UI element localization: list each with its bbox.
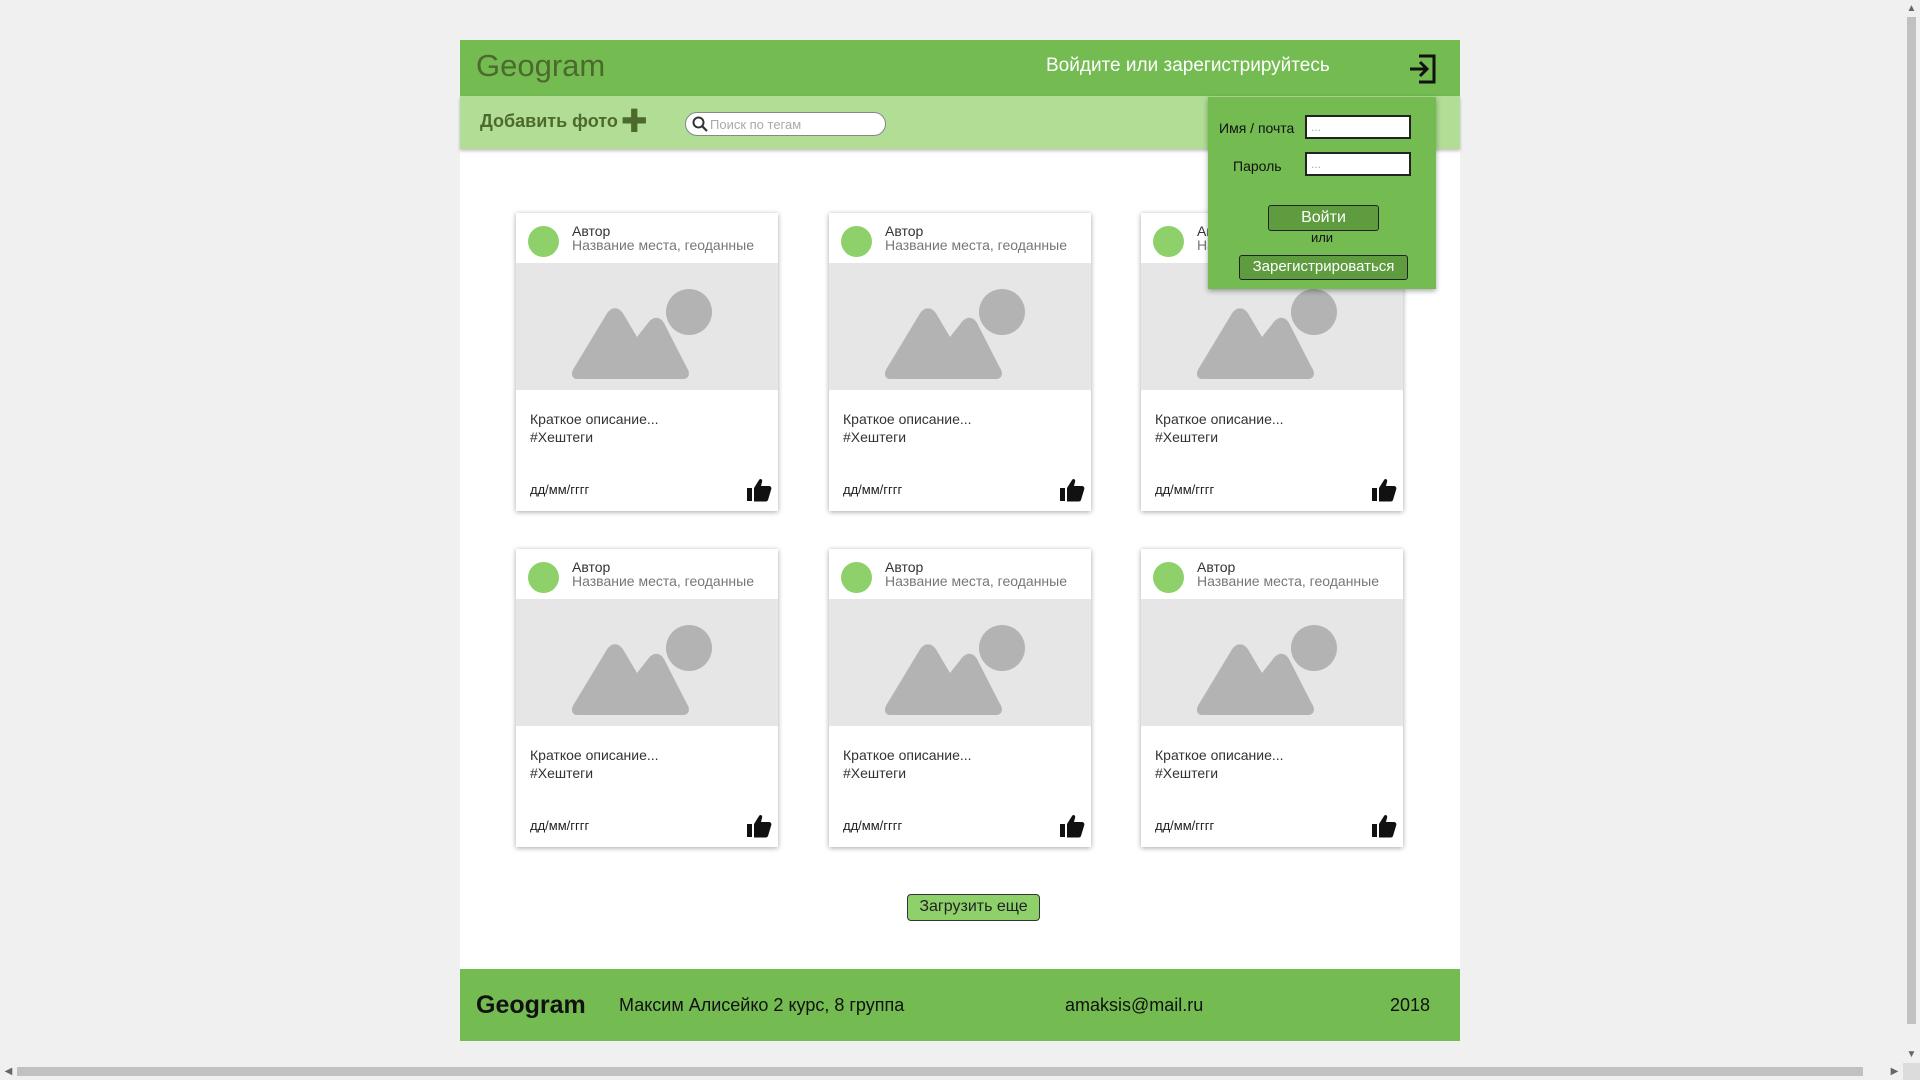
scroll-up-icon[interactable]: ▲ [1903, 0, 1920, 17]
card-tags[interactable]: #Хештеги [843, 765, 906, 781]
avatar[interactable] [841, 562, 872, 593]
login-button[interactable]: Войти [1268, 205, 1379, 231]
card-date: дд/мм/гггг [530, 482, 590, 497]
vertical-scrollbar[interactable]: ▲ ▼ [1903, 0, 1920, 1063]
scroll-down-icon[interactable]: ▼ [1903, 1046, 1920, 1063]
card-description: Краткое описание... [530, 411, 659, 427]
avatar[interactable] [841, 226, 872, 257]
thumbs-up-icon[interactable] [746, 813, 772, 839]
thumbs-up-icon[interactable] [1059, 813, 1085, 839]
password-field[interactable] [1305, 152, 1411, 176]
password-label: Пароль [1233, 158, 1282, 174]
avatar[interactable] [528, 562, 559, 593]
thumbs-up-icon[interactable] [746, 477, 772, 503]
card-description: Краткое описание... [843, 747, 972, 763]
load-more-button[interactable]: Загрузить еще [907, 894, 1040, 921]
footer-year: 2018 [1390, 995, 1431, 1015]
card-date: дд/мм/гггг [843, 818, 903, 833]
footer-logo: Geogram [476, 991, 586, 1019]
login-prompt[interactable]: Войдите или зарегистрируйтесь [1046, 55, 1330, 77]
search-input[interactable] [710, 115, 880, 133]
card-tags[interactable]: #Хештеги [1155, 765, 1218, 781]
avatar[interactable] [528, 226, 559, 257]
register-button[interactable]: Зарегистрироваться [1239, 255, 1408, 280]
photo-card[interactable]: АвторНазвание места, геоданныеКраткое оп… [516, 549, 778, 847]
card-place: Название места, геоданные [572, 237, 755, 253]
card-description: Краткое описание... [1155, 411, 1284, 427]
footer: Geogram Максим Алисейко 2 курс, 8 группа… [460, 969, 1460, 1041]
photo-placeholder[interactable] [829, 263, 1091, 390]
photo-placeholder[interactable] [1141, 599, 1403, 726]
site-logo[interactable]: Geogram [476, 48, 605, 84]
search-icon [692, 116, 708, 132]
add-photo-label: Добавить фото [480, 110, 618, 131]
card-tags[interactable]: #Хештеги [843, 429, 906, 445]
horizontal-scrollbar[interactable]: ◀ ▶ [0, 1063, 1903, 1080]
image-placeholder-icon [885, 289, 1025, 379]
scroll-right-icon[interactable]: ▶ [1886, 1063, 1903, 1080]
vertical-scroll-thumb[interactable] [1907, 17, 1916, 1024]
card-place: Название места, геоданные [885, 573, 1068, 589]
card-place: Название места, геоданные [885, 237, 1068, 253]
photo-card[interactable]: АвторНазвание места, геоданныеКраткое оп… [516, 213, 778, 511]
card-tags[interactable]: #Хештеги [530, 429, 593, 445]
card-description: Краткое описание... [843, 411, 972, 427]
card-place: Название места, геоданные [1197, 573, 1380, 589]
login-popup: Имя / почта Пароль Войти или Зарегистрир… [1208, 97, 1436, 289]
footer-email[interactable]: amaksis@mail.ru [1065, 995, 1203, 1016]
image-placeholder-icon [885, 625, 1025, 715]
thumbs-up-icon[interactable] [1371, 477, 1397, 503]
username-label: Имя / почта [1219, 120, 1295, 136]
thumbs-up-icon[interactable] [1371, 813, 1397, 839]
card-date: дд/мм/гггг [843, 482, 903, 497]
avatar[interactable] [1153, 226, 1184, 257]
card-date: дд/мм/гггг [530, 818, 590, 833]
thumbs-up-icon[interactable] [1059, 477, 1085, 503]
photo-placeholder[interactable] [516, 263, 778, 390]
horizontal-scroll-thumb[interactable] [17, 1067, 1863, 1076]
username-field[interactable] [1305, 115, 1411, 139]
image-placeholder-icon [572, 625, 712, 715]
or-text: или [1310, 230, 1334, 245]
sign-in-icon[interactable] [1408, 53, 1438, 85]
header-bar: Geogram Войдите или зарегистрируйтесь [460, 40, 1460, 96]
image-placeholder-icon [572, 289, 712, 379]
photo-card[interactable]: АвторНазвание места, геоданныеКраткое оп… [1141, 549, 1403, 847]
card-date: дд/мм/гггг [1155, 482, 1215, 497]
card-tags[interactable]: #Хештеги [530, 765, 593, 781]
photo-card[interactable]: АвторНазвание места, геоданныеКраткое оп… [829, 549, 1091, 847]
plus-icon: ✚ [620, 103, 648, 139]
photo-placeholder[interactable] [829, 599, 1091, 726]
card-tags[interactable]: #Хештеги [1155, 429, 1218, 445]
image-placeholder-icon [1197, 625, 1337, 715]
add-photo-button[interactable]: Добавить фото ✚ [480, 103, 648, 139]
scrollbar-corner [1903, 1063, 1920, 1080]
card-description: Краткое описание... [530, 747, 659, 763]
image-placeholder-icon [1197, 289, 1337, 379]
card-date: дд/мм/гггг [1155, 818, 1215, 833]
avatar[interactable] [1153, 562, 1184, 593]
scroll-left-icon[interactable]: ◀ [0, 1063, 17, 1080]
page-frame: Geogram Войдите или зарегистрируйтесь До… [460, 40, 1460, 1041]
card-description: Краткое описание... [1155, 747, 1284, 763]
card-place: Название места, геоданные [572, 573, 755, 589]
footer-author: Максим Алисейко 2 курс, 8 группа [619, 995, 905, 1015]
photo-placeholder[interactable] [516, 599, 778, 726]
search-box[interactable] [685, 112, 886, 136]
photo-card[interactable]: АвторНазвание места, геоданныеКраткое оп… [829, 213, 1091, 511]
